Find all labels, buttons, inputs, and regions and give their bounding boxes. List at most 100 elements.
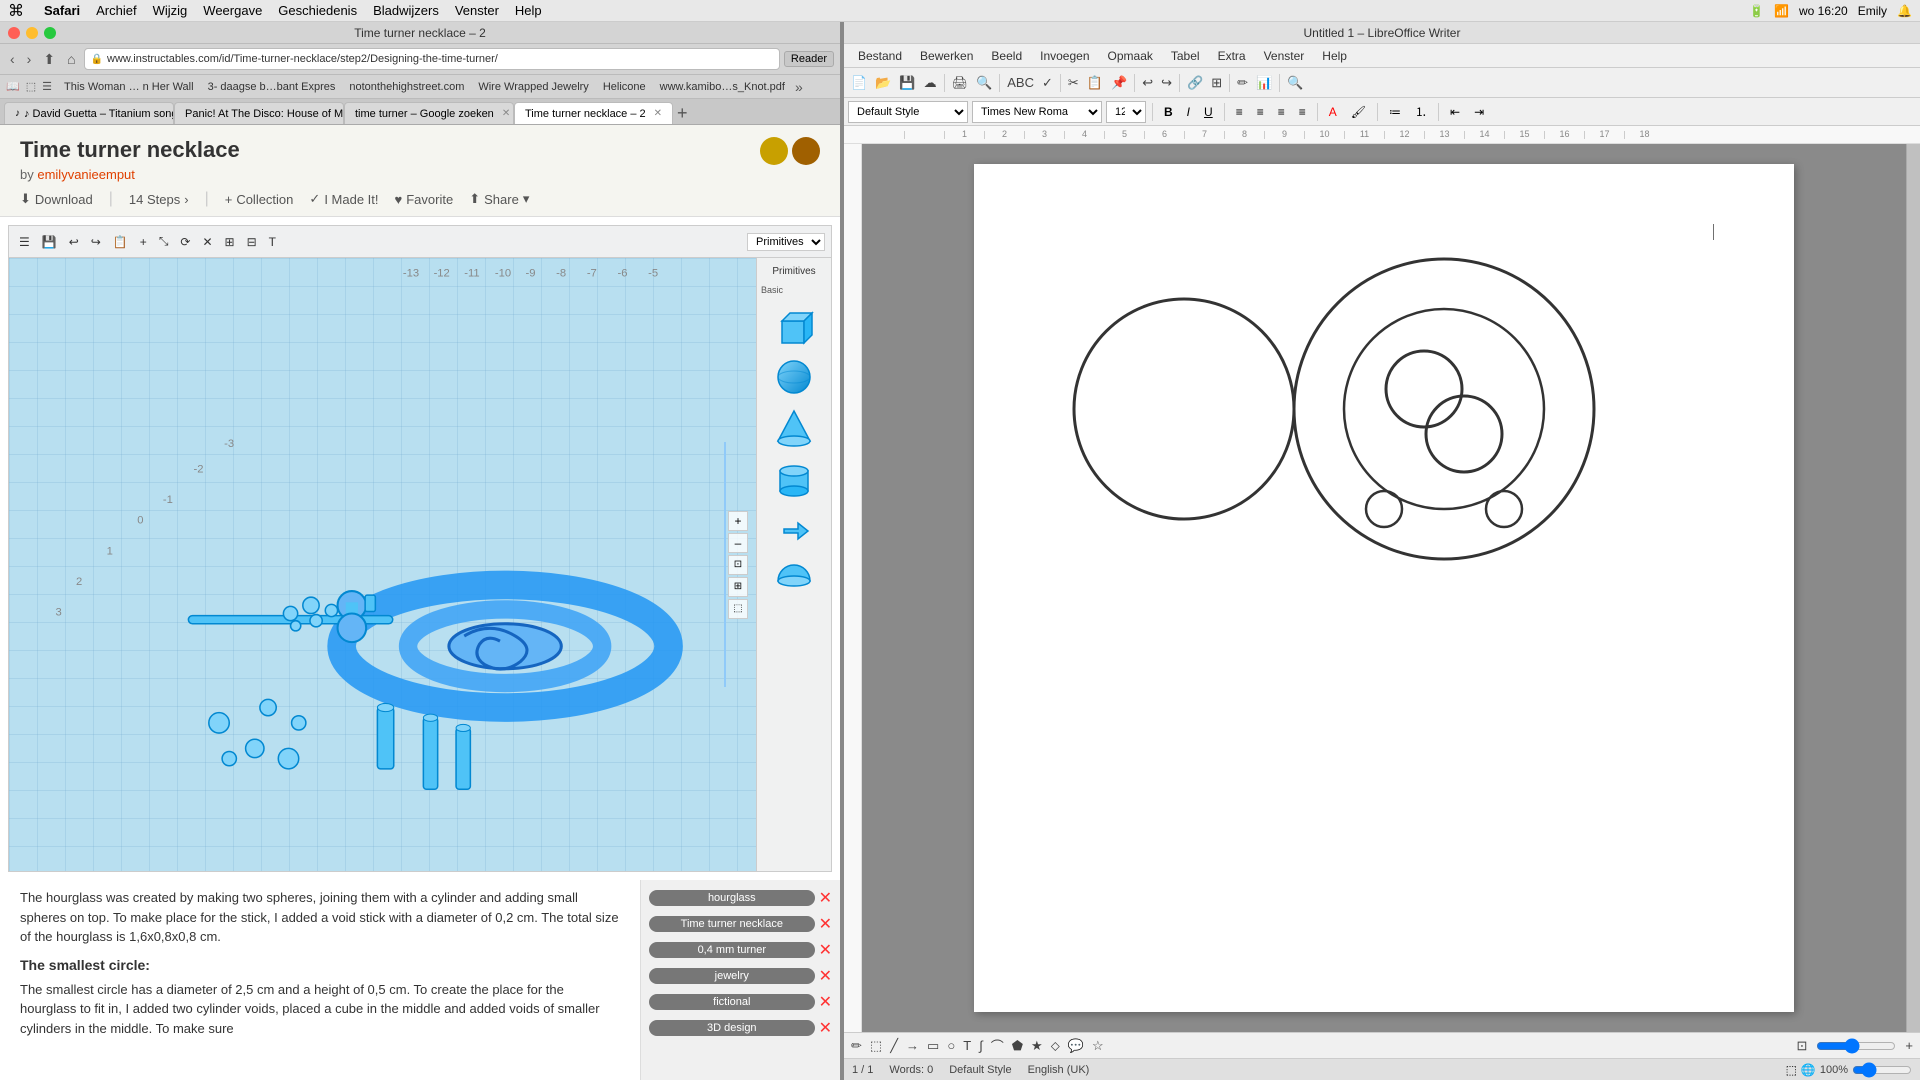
lo-redo[interactable]: ↪ (1158, 73, 1175, 93)
lo-draw[interactable]: ✏ (1234, 73, 1251, 93)
cone-shape[interactable] (772, 405, 816, 449)
tab-4-close[interactable]: ✕ (654, 108, 662, 119)
lo-new[interactable]: 📄 (848, 73, 870, 93)
tag-3d-design-remove[interactable]: ✕ (819, 1018, 832, 1038)
sphere-shape[interactable] (772, 355, 816, 399)
lo-menu-help[interactable]: Help (1314, 47, 1355, 65)
menu-weergave[interactable]: Weergave (203, 3, 262, 18)
redo-icon[interactable]: ↪ (87, 233, 105, 251)
author-link[interactable]: emilyvanieemput (37, 167, 135, 182)
lo-print-preview[interactable]: 🔍 (973, 73, 995, 93)
menu-venster[interactable]: Venster (455, 3, 499, 18)
window-close[interactable] (8, 27, 20, 39)
bookmark-6[interactable]: www.kamibo…s_Knot.pdf (654, 79, 791, 95)
align-justify[interactable]: ≡ (1294, 103, 1311, 121)
tag-hourglass-remove[interactable]: ✕ (819, 888, 832, 908)
align-left[interactable]: ≡ (1231, 103, 1248, 121)
lo-text-box[interactable]: T (960, 1036, 974, 1055)
bookmark-2[interactable]: 3- daagse b…bant Expres (202, 79, 342, 95)
lo-menu-beeld[interactable]: Beeld (983, 47, 1030, 65)
bookmark-1[interactable]: This Woman … n Her Wall (58, 79, 200, 95)
download-button[interactable]: ⬇ Download (20, 191, 93, 207)
tag-fictional-remove[interactable]: ✕ (819, 992, 832, 1012)
lo-save-remote[interactable]: ☁ (921, 73, 940, 93)
lo-open[interactable]: 📂 (872, 73, 894, 93)
menu-wijzig[interactable]: Wijzig (153, 3, 188, 18)
half-sphere-shape[interactable] (772, 555, 816, 599)
lo-line[interactable]: ╱ (887, 1036, 901, 1056)
i-made-it-button[interactable]: ✓ I Made It! (309, 191, 378, 207)
lo-table[interactable]: ⊞ (1208, 73, 1225, 93)
lo-undo[interactable]: ↩ (1139, 73, 1156, 93)
tab-4[interactable]: Time turner necklace – 2 ✕ (514, 102, 673, 124)
bullets[interactable]: ≔ (1384, 103, 1406, 121)
lo-menu-opmaak[interactable]: Opmaak (1100, 47, 1161, 65)
window-maximize[interactable] (44, 27, 56, 39)
view-web[interactable]: 🌐 (1801, 1063, 1816, 1077)
lo-menu-extra[interactable]: Extra (1210, 47, 1254, 65)
lo-basic-shapes[interactable]: ⬟ (1009, 1036, 1026, 1056)
lo-hyperlink[interactable]: 🔗 (1184, 73, 1206, 93)
lo-document-page[interactable] (974, 164, 1794, 1012)
lo-ellipse[interactable]: ○ (944, 1036, 958, 1055)
primitives-dropdown[interactable]: Primitives (747, 233, 825, 251)
rotate-icon[interactable]: ⟳ (176, 233, 194, 251)
lo-arrow[interactable]: → (903, 1036, 922, 1055)
tab-1[interactable]: ♪ ♪ David Guetta – Titanium songte… ✕ (4, 102, 174, 124)
forward-button[interactable]: › (23, 49, 36, 69)
zoom-fit[interactable]: ⊡ (728, 555, 748, 575)
bookmarks-toggle[interactable]: 📖 (6, 80, 20, 93)
highlight-color[interactable]: 🖌 (1346, 103, 1371, 121)
share-button[interactable]: ⬆ (39, 49, 59, 70)
view-reset[interactable]: ⊞ (728, 577, 748, 597)
lo-page-area[interactable] (862, 144, 1906, 1032)
lo-save[interactable]: 💾 (896, 73, 918, 93)
tag-jewelry-remove[interactable]: ✕ (819, 966, 832, 986)
lo-menu-bestand[interactable]: Bestand (850, 47, 910, 65)
favorite-button[interactable]: ♥ Favorite (395, 192, 454, 207)
font-color[interactable]: A (1324, 103, 1342, 121)
cube-shape[interactable] (772, 305, 816, 349)
lo-zoom-in[interactable]: + (1902, 1036, 1916, 1055)
indent-less[interactable]: ⇤ (1445, 103, 1465, 121)
italic-button[interactable]: I (1182, 103, 1195, 121)
bookmark-3[interactable]: notonthehighstreet.com (343, 79, 470, 95)
lo-menu-tabel[interactable]: Tabel (1163, 47, 1208, 65)
lo-shapes[interactable]: ⬚ (867, 1036, 885, 1056)
align-right[interactable]: ≡ (1273, 103, 1290, 121)
steps-button[interactable]: 14 Steps › (129, 192, 189, 207)
bookmark-4[interactable]: Wire Wrapped Jewelry (472, 79, 594, 95)
address-bar[interactable]: 🔒 www.instructables.com/id/Time-turner-n… (84, 48, 780, 70)
menu-geschiedenis[interactable]: Geschiedenis (278, 3, 357, 18)
ungroup-icon[interactable]: ⊟ (243, 233, 261, 251)
cylinder-shape[interactable] (772, 455, 816, 499)
lo-spellcheck[interactable]: ABC (1004, 73, 1037, 92)
lo-zoom-slider[interactable] (1816, 1038, 1896, 1054)
tab-3-close[interactable]: ✕ (502, 108, 510, 119)
font-size-dropdown[interactable]: 12 (1106, 101, 1146, 123)
apple-menu[interactable]: ⌘ (8, 1, 24, 21)
menu-archief[interactable]: Archief (96, 3, 136, 18)
lo-rectangle[interactable]: ▭ (924, 1036, 942, 1056)
lo-chart[interactable]: 📊 (1253, 73, 1275, 93)
style-dropdown[interactable]: Default Style (848, 101, 968, 123)
lo-flowchart[interactable]: ⬦ (1048, 1036, 1063, 1056)
lo-copy[interactable]: 📋 (1084, 73, 1106, 93)
lo-scrollbar[interactable] (1906, 144, 1920, 1032)
new-tab-button[interactable]: + (677, 103, 688, 124)
lo-curve[interactable]: ∫ (976, 1036, 986, 1055)
underline-button[interactable]: U (1199, 103, 1218, 121)
align-center[interactable]: ≡ (1252, 103, 1269, 121)
lo-find[interactable]: 🔍 (1284, 73, 1306, 93)
arrow-shape[interactable] (772, 505, 816, 549)
lo-connectors[interactable]: ⌒ (988, 1034, 1007, 1057)
group-icon[interactable]: ⊞ (221, 233, 239, 251)
menu-bladwijzers[interactable]: Bladwijzers (373, 3, 439, 18)
lo-symbol-shapes[interactable]: ★ (1028, 1036, 1046, 1056)
back-button[interactable]: ‹ (6, 49, 19, 69)
lo-draw-mode[interactable]: ✏ (848, 1036, 865, 1056)
copy-icon[interactable]: 📋 (109, 233, 132, 251)
statusbar-zoom-slider[interactable] (1852, 1062, 1912, 1078)
zoom-out[interactable]: – (728, 533, 748, 553)
bookmark-5[interactable]: Helicone (597, 79, 652, 95)
